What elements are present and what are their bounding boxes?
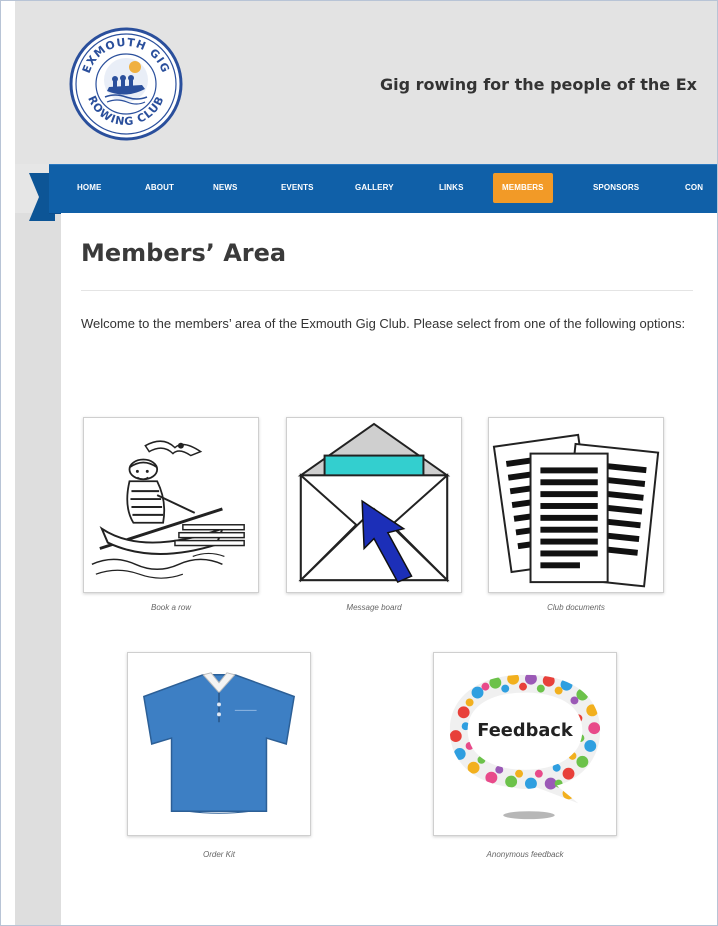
site-tagline: Gig rowing for the people of the Ex xyxy=(380,75,697,94)
left-margin xyxy=(1,1,15,925)
nav-about[interactable]: ABOUT xyxy=(139,173,180,203)
envelope-icon xyxy=(297,422,451,584)
book-a-row-tile[interactable] xyxy=(83,417,259,593)
nav-events[interactable]: EVENTS xyxy=(275,173,320,203)
nav-members[interactable]: MEMBERS xyxy=(493,173,553,203)
book-a-row-caption[interactable]: Book a row xyxy=(83,603,259,612)
nav-sponsors[interactable]: SPONSORS xyxy=(587,173,645,203)
main-navigation: HOME ABOUT NEWS EVENTS GALLERY LINKS MEM… xyxy=(49,164,717,214)
logo-seal-icon: EXMOUTH GIG ROWING CLUB xyxy=(69,27,183,141)
page-title: Members’ Area xyxy=(81,239,287,267)
club-documents-tile[interactable] xyxy=(488,417,664,593)
content-side-bar xyxy=(15,213,61,925)
nav-news[interactable]: NEWS xyxy=(207,173,243,203)
title-divider xyxy=(81,290,693,291)
nav-gallery[interactable]: GALLERY xyxy=(349,173,400,203)
nav-contact[interactable]: CON xyxy=(679,173,709,203)
order-kit-tile[interactable] xyxy=(127,652,311,836)
feedback-bubble-icon: Feedback xyxy=(449,674,601,820)
message-board-tile[interactable] xyxy=(286,417,462,593)
anonymous-feedback-caption[interactable]: Anonymous feedback xyxy=(433,850,617,859)
message-board-caption[interactable]: Message board xyxy=(286,603,462,612)
feedback-bubble-text: Feedback xyxy=(477,720,574,741)
club-documents-caption[interactable]: Club documents xyxy=(488,603,664,612)
rower-icon xyxy=(91,440,245,579)
intro-text: Welcome to the members’ area of the Exmo… xyxy=(81,316,686,331)
browser-frame: EXMOUTH GIG ROWING CLUB Gig rowing for t… xyxy=(0,0,718,926)
anonymous-feedback-tile[interactable]: Feedback xyxy=(433,652,617,836)
nav-links[interactable]: LINKS xyxy=(433,173,470,203)
club-logo[interactable]: EXMOUTH GIG ROWING CLUB xyxy=(69,27,183,141)
polo-shirt-icon xyxy=(142,672,296,814)
order-kit-caption[interactable]: Order Kit xyxy=(127,850,311,859)
documents-icon xyxy=(492,433,660,588)
nav-home[interactable]: HOME xyxy=(71,173,107,203)
